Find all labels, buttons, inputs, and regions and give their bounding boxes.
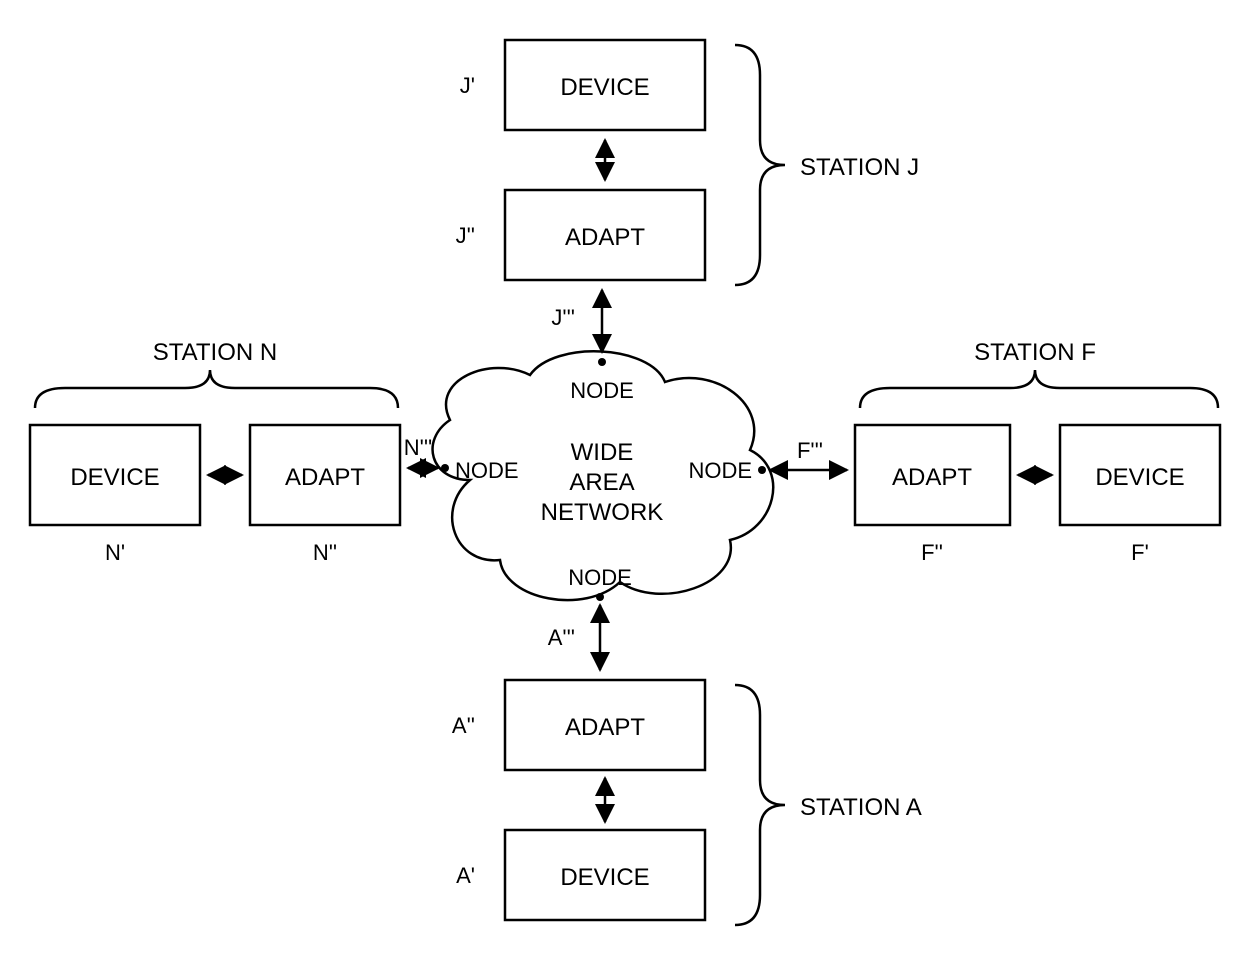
node-dot-top [598,358,606,366]
station-f-p3: F''' [797,438,823,463]
station-j-p2: J'' [456,223,475,248]
station-j-adapt-label: ADAPT [565,224,645,251]
station-a-device-label: DEVICE [560,864,649,891]
station-f-p2: F'' [921,540,943,565]
station-f-adapt-label: ADAPT [892,464,972,491]
station-a-p1: A' [456,863,475,888]
node-dot-bottom [596,593,604,601]
station-j-label: STATION J [800,154,919,181]
node-label-top: NODE [570,378,634,403]
node-dot-left [441,464,449,472]
station-a-label: STATION A [800,794,922,821]
station-a-p3: A''' [548,625,575,650]
node-dot-right [758,466,766,474]
station-n-p2: N'' [313,540,337,565]
station-n-p1: N' [105,540,125,565]
brace-station-j [735,45,785,285]
brace-station-n [35,370,398,408]
station-j-p3: J''' [551,305,575,330]
station-n-device-label: DEVICE [70,464,159,491]
station-f-device-label: DEVICE [1095,464,1184,491]
station-f-p1: F' [1131,540,1149,565]
station-n-label: STATION N [153,339,277,366]
node-label-right: NODE [688,458,752,483]
node-label-bottom: NODE [568,565,632,590]
station-n-p3: N''' [404,435,433,460]
station-f-label: STATION F [974,339,1096,366]
station-j-device-label: DEVICE [560,74,649,101]
station-a-adapt-label: ADAPT [565,714,645,741]
station-n-adapt-label: ADAPT [285,464,365,491]
wan-label-2: AREA [569,469,634,496]
node-label-left: NODE [455,458,519,483]
brace-station-f [860,370,1218,408]
network-diagram: WIDE AREA NETWORK NODE NODE NODE NODE DE… [0,0,1240,958]
brace-station-a [735,685,785,925]
station-a-p2: A'' [452,713,475,738]
station-j-p1: J' [460,73,475,98]
wan-label-3: NETWORK [541,499,664,526]
wan-label-1: WIDE [571,439,634,466]
